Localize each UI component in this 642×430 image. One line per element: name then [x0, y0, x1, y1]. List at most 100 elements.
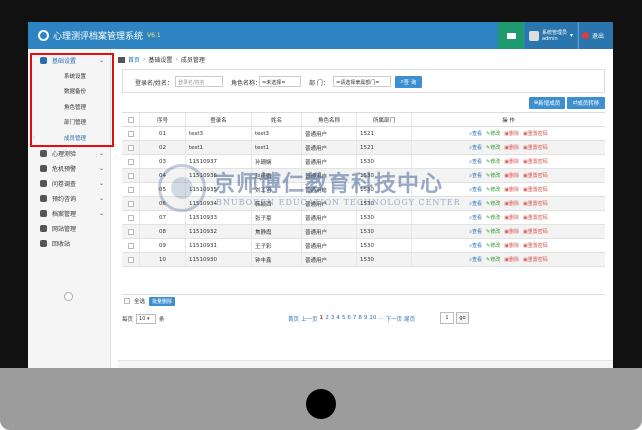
- view-link[interactable]: ⌕查看: [469, 200, 482, 207]
- per-page-select[interactable]: 10 ▾: [136, 314, 157, 324]
- row-checkbox[interactable]: [127, 228, 134, 235]
- select-all-checkbox[interactable]: [127, 116, 134, 123]
- cell-index: 07: [140, 211, 186, 224]
- reset-password-link[interactable]: ▣重置密码: [523, 186, 548, 193]
- reset-password-link[interactable]: ▣重置密码: [523, 172, 548, 179]
- row-checkbox[interactable]: [127, 158, 134, 165]
- view-link[interactable]: ⌕查看: [469, 228, 482, 235]
- cell-dept: 1530: [357, 169, 412, 182]
- view-link[interactable]: ⌕查看: [469, 256, 482, 263]
- footer-select-all-checkbox[interactable]: [124, 298, 130, 304]
- row-checkbox[interactable]: [127, 200, 134, 207]
- avatar: [529, 30, 539, 41]
- row-checkbox[interactable]: [127, 144, 134, 151]
- page-number-link[interactable]: 5: [342, 315, 346, 323]
- edit-link[interactable]: ✎修改: [486, 158, 500, 165]
- reset-password-link[interactable]: ▣重置密码: [523, 130, 548, 137]
- view-link[interactable]: ⌕查看: [469, 186, 482, 193]
- mail-icon: [506, 32, 516, 39]
- row-checkbox[interactable]: [127, 186, 134, 193]
- page-input[interactable]: 1: [440, 312, 454, 324]
- go-button[interactable]: go: [456, 312, 469, 324]
- sidebar-group-survey[interactable]: 问卷调查 ⌄: [28, 176, 110, 191]
- row-checkbox[interactable]: [127, 214, 134, 221]
- reset-password-link[interactable]: ▣重置密码: [523, 242, 548, 249]
- view-link[interactable]: ⌕查看: [469, 144, 482, 151]
- query-button[interactable]: ⌕ 查 询: [395, 76, 422, 88]
- view-link[interactable]: ⌕查看: [469, 214, 482, 221]
- pencil-icon: [40, 149, 47, 157]
- next-page-link[interactable]: 下一页: [386, 315, 403, 323]
- delete-link[interactable]: ▣删除: [504, 256, 519, 263]
- user-menu[interactable]: 系统管理员 admin ▾: [525, 22, 577, 49]
- dept-select[interactable]: =请选择隶属部门=: [333, 76, 391, 87]
- archive-icon: [40, 209, 47, 217]
- view-link[interactable]: ⌕查看: [469, 130, 482, 137]
- monitor-bezel-right: [613, 0, 642, 368]
- page-number-link[interactable]: 1: [320, 315, 324, 323]
- reset-password-link[interactable]: ▣重置密码: [523, 256, 548, 263]
- view-link[interactable]: ⌕查看: [469, 172, 482, 179]
- messages-button[interactable]: [498, 22, 524, 49]
- view-link[interactable]: ⌕查看: [469, 242, 482, 249]
- edit-link[interactable]: ✎修改: [486, 186, 500, 193]
- reset-password-link[interactable]: ▣重置密码: [523, 214, 548, 221]
- page-number-link[interactable]: 9: [364, 315, 368, 323]
- sidebar-group-appointment[interactable]: 预约咨询 ⌄: [28, 191, 110, 206]
- delete-link[interactable]: ▣删除: [504, 200, 519, 207]
- reset-password-link[interactable]: ▣重置密码: [523, 158, 548, 165]
- delete-link[interactable]: ▣删除: [504, 158, 519, 165]
- edit-link[interactable]: ✎修改: [486, 256, 500, 263]
- sidebar-collapse-icon[interactable]: [64, 292, 73, 301]
- sidebar-group-recycle-bin[interactable]: 回收站: [28, 236, 110, 251]
- page-number-link[interactable]: 4: [336, 315, 340, 323]
- sidebar-group-crisis-warning[interactable]: 危机预警 ⌄: [28, 161, 110, 176]
- transfer-member-button[interactable]: ⇄ 成员转移: [567, 97, 605, 109]
- delete-link[interactable]: ▣删除: [504, 186, 519, 193]
- reset-password-link[interactable]: ▣重置密码: [523, 200, 548, 207]
- delete-link[interactable]: ▣删除: [504, 144, 519, 151]
- last-page-link[interactable]: 尾页: [404, 315, 415, 323]
- page-number-link[interactable]: 7: [353, 315, 357, 323]
- add-member-button[interactable]: ⊕ 新增成员: [529, 97, 565, 109]
- cell-login: 11510937: [186, 155, 252, 168]
- page-number-link[interactable]: 6: [347, 315, 351, 323]
- delete-link[interactable]: ▣删除: [504, 214, 519, 221]
- delete-link[interactable]: ▣删除: [504, 172, 519, 179]
- first-page-link[interactable]: 首页: [288, 315, 299, 323]
- role-select[interactable]: =未选择=: [259, 76, 301, 87]
- cell-name: 赵绮鹏: [252, 169, 302, 182]
- login-input[interactable]: 登录名/姓名: [175, 76, 223, 87]
- page-number-link[interactable]: 3: [331, 315, 335, 323]
- edit-link[interactable]: ✎修改: [486, 228, 500, 235]
- prev-page-link[interactable]: 上一页: [301, 315, 318, 323]
- edit-link[interactable]: ✎修改: [486, 214, 500, 221]
- edit-link[interactable]: ✎修改: [486, 242, 500, 249]
- row-checkbox[interactable]: [127, 256, 134, 263]
- page-number-link[interactable]: 10: [369, 315, 376, 323]
- page-number-link[interactable]: 8: [358, 315, 362, 323]
- logout-button[interactable]: 退出: [578, 22, 613, 49]
- row-checkbox[interactable]: [127, 130, 134, 137]
- cell-dept: 1521: [357, 127, 412, 140]
- edit-link[interactable]: ✎修改: [486, 144, 500, 151]
- clock-icon: [40, 194, 47, 202]
- page-number-link[interactable]: 2: [325, 315, 329, 323]
- edit-link[interactable]: ✎修改: [486, 172, 500, 179]
- row-checkbox[interactable]: [127, 172, 134, 179]
- delete-link[interactable]: ▣删除: [504, 228, 519, 235]
- delete-link[interactable]: ▣删除: [504, 242, 519, 249]
- edit-link[interactable]: ✎修改: [486, 130, 500, 137]
- reset-password-link[interactable]: ▣重置密码: [523, 228, 548, 235]
- edit-link[interactable]: ✎修改: [486, 200, 500, 207]
- delete-link[interactable]: ▣删除: [504, 130, 519, 137]
- sidebar-group-psych-test[interactable]: 心理测验 ⌄: [28, 146, 110, 161]
- sidebar-group-archive[interactable]: 档案管理 ⌄: [28, 206, 110, 221]
- row-checkbox[interactable]: [127, 242, 134, 249]
- reset-password-link[interactable]: ▣重置密码: [523, 144, 548, 151]
- highlight-box: [30, 53, 114, 147]
- view-link[interactable]: ⌕查看: [469, 158, 482, 165]
- batch-delete-button[interactable]: 批量删除: [149, 296, 176, 306]
- sidebar-group-website[interactable]: 网站管理: [28, 221, 110, 236]
- breadcrumb-home[interactable]: 首页: [128, 55, 140, 64]
